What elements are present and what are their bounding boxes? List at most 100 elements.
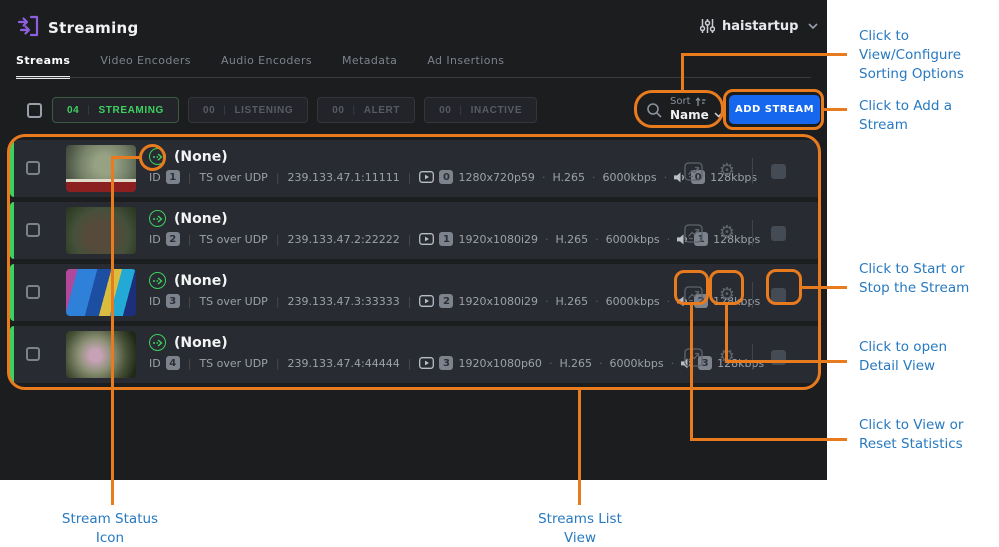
stream-row[interactable]: (None) ID 1 | TS over UDP | 239.133.47.1… <box>10 140 820 197</box>
tab-streams[interactable]: Streams <box>16 54 70 79</box>
stream-protocol: TS over UDP <box>199 295 267 308</box>
separator: · <box>667 233 671 246</box>
select-all-checkbox[interactable] <box>27 103 42 118</box>
tab-ad-insertions[interactable]: Ad Insertions <box>427 54 504 79</box>
stream-title: (None) <box>174 211 228 227</box>
stream-row[interactable]: (None) ID 4 | TS over UDP | 239.133.47.4… <box>10 326 820 383</box>
add-stream-button[interactable]: ADD STREAM <box>729 95 820 124</box>
account-name: haistartup <box>722 19 798 34</box>
annotation-add-stream: Click to Add a Stream <box>859 97 985 135</box>
stream-resolution: 1920x1080p60 <box>458 357 541 370</box>
account-menu[interactable]: haistartup <box>700 18 818 34</box>
filter-separator: | <box>223 105 226 116</box>
tab-video-encoders[interactable]: Video Encoders <box>100 54 191 79</box>
detail-view-gear-button[interactable]: ⚙ <box>710 286 744 304</box>
filter-count: 00 <box>203 105 215 116</box>
stream-row-checkbox[interactable] <box>26 161 40 175</box>
separator: · <box>595 295 599 308</box>
separator: · <box>549 357 553 370</box>
stream-codec: H.265 <box>556 233 589 246</box>
stream-bitrate: 6000kbps <box>606 233 660 246</box>
filter-separator: | <box>459 105 462 116</box>
stream-thumbnail <box>66 207 136 254</box>
stream-thumbnail <box>66 331 136 378</box>
stream-metadata: ID 3 | TS over UDP | 239.133.47.3:33333 … <box>149 294 760 308</box>
separator: · <box>592 171 596 184</box>
video-icon <box>419 171 434 183</box>
stream-id-badge: 1 <box>166 170 180 184</box>
start-stop-button[interactable] <box>761 288 795 303</box>
separator: · <box>542 171 546 184</box>
streaming-logo-icon <box>16 13 42 39</box>
detail-view-gear-button[interactable]: ⚙ <box>710 348 744 366</box>
search-icon[interactable] <box>646 102 663 119</box>
filter-alert[interactable]: 00|ALERT <box>317 97 415 123</box>
video-icon <box>419 357 434 369</box>
start-stop-button[interactable] <box>761 350 795 365</box>
sort-control[interactable]: Sort Name <box>670 96 723 122</box>
stream-id-badge: 3 <box>166 294 180 308</box>
video-pid-badge: 3 <box>439 356 453 370</box>
filter-inactive[interactable]: 00 | INACTIVE <box>424 97 537 123</box>
filter-streaming[interactable]: 04|STREAMING <box>52 97 179 123</box>
tab-bar: Streams Video Encoders Audio Encoders Me… <box>16 54 504 79</box>
stop-icon <box>771 288 786 303</box>
separator: · <box>599 357 603 370</box>
start-stop-button[interactable] <box>761 226 795 241</box>
sort-value: Name <box>670 108 709 122</box>
statistics-button[interactable] <box>676 348 710 367</box>
start-stop-button[interactable] <box>761 164 795 179</box>
stream-metadata: ID 4 | TS over UDP | 239.133.47.4:44444 … <box>149 356 764 370</box>
separator: | <box>276 357 280 370</box>
separator: | <box>188 233 192 246</box>
tab-audio-encoders[interactable]: Audio Encoders <box>221 54 312 79</box>
stream-title: (None) <box>174 149 228 165</box>
separator: · <box>671 357 675 370</box>
id-label: ID <box>149 171 161 184</box>
sort-order-icon <box>695 97 706 107</box>
detail-view-gear-button[interactable]: ⚙ <box>710 224 744 242</box>
annotation-streams-list-view: Streams List View <box>528 510 632 547</box>
separator: | <box>188 171 192 184</box>
separator: | <box>188 295 192 308</box>
id-label: ID <box>149 233 161 246</box>
stop-icon <box>771 164 786 179</box>
stream-address: 239.133.47.2:22222 <box>288 233 400 246</box>
stream-status-icon <box>149 210 166 227</box>
chevron-down-icon <box>714 112 723 118</box>
divider <box>752 344 753 370</box>
stream-row-checkbox[interactable] <box>26 347 40 361</box>
statistics-button[interactable] <box>676 224 710 243</box>
stream-title: (None) <box>174 335 228 351</box>
filter-count: 04 <box>67 105 79 116</box>
stream-row-checkbox[interactable] <box>26 223 40 237</box>
separator: · <box>545 295 549 308</box>
separator: | <box>188 357 192 370</box>
stream-id-badge: 2 <box>166 232 180 246</box>
detail-view-gear-button[interactable]: ⚙ <box>710 162 744 180</box>
stream-row[interactable]: (None) ID 3 | TS over UDP | 239.133.47.3… <box>10 264 820 321</box>
stream-bitrate: 6000kbps <box>610 357 664 370</box>
filter-label: INACTIVE <box>471 105 522 116</box>
filter-label: LISTENING <box>234 105 293 116</box>
statistics-button[interactable] <box>676 286 710 305</box>
statistics-button[interactable] <box>676 162 710 181</box>
video-pid-badge: 0 <box>439 170 453 184</box>
separator: | <box>408 357 412 370</box>
filter-count: 00 <box>439 105 451 116</box>
stream-thumbnail <box>66 269 136 316</box>
filter-label: ALERT <box>364 105 400 116</box>
stream-row[interactable]: (None) ID 2 | TS over UDP | 239.133.47.2… <box>10 202 820 259</box>
separator: | <box>408 171 412 184</box>
stream-title: (None) <box>174 273 228 289</box>
filter-listening[interactable]: 00 | LISTENING <box>188 97 308 123</box>
stream-id-badge: 4 <box>166 356 180 370</box>
separator: | <box>408 233 412 246</box>
chevron-down-icon <box>808 23 818 29</box>
tab-metadata[interactable]: Metadata <box>342 54 397 79</box>
annotated-screenshot: Streaming haistartup Streams Video Encod… <box>0 0 999 547</box>
sort-label: Sort <box>670 96 691 107</box>
separator: | <box>276 295 280 308</box>
stream-row-checkbox[interactable] <box>26 285 40 299</box>
stop-icon <box>771 350 786 365</box>
